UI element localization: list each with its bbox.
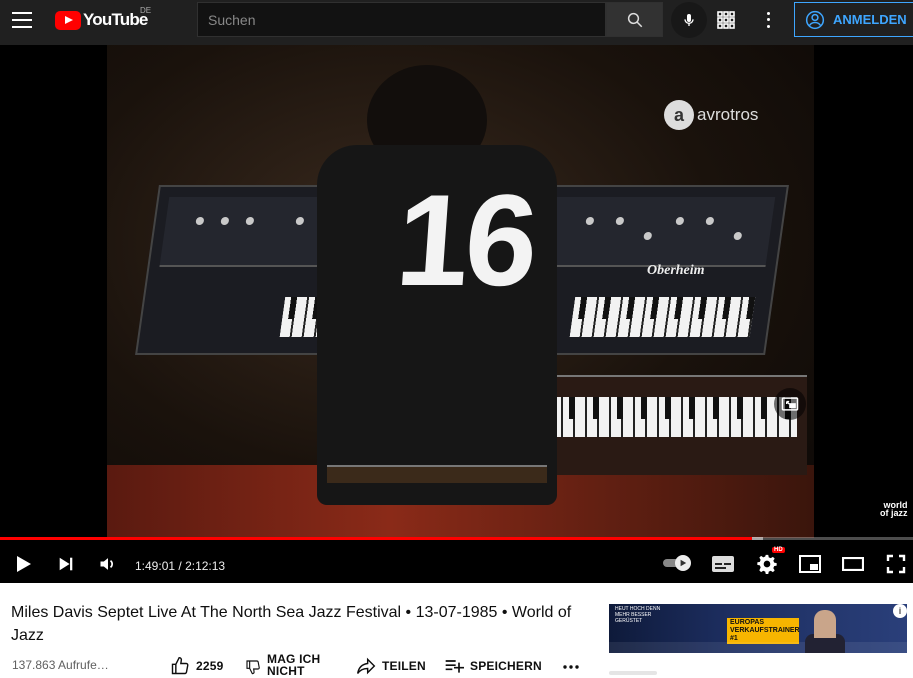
theater-mode-icon (842, 557, 864, 571)
thumb-up-icon (171, 656, 189, 675)
fullscreen-icon (886, 554, 906, 574)
settings-button[interactable] (754, 551, 780, 577)
signin-button[interactable]: ANMELDEN (794, 2, 913, 37)
ad-badge: EUROPAS VERKAUFSTRAINER #1 (727, 618, 800, 644)
thumb-down-icon (246, 660, 260, 675)
sidebar-ad-banner[interactable]: HEUT HOCH DENN MEHR BESSER GERÜSTET EURO… (609, 604, 907, 653)
time-display: 1:49:01 / 2:12:13 (135, 559, 226, 573)
dislike-label: MAG ICH NICHT (267, 652, 321, 678)
miniplayer-button[interactable] (797, 551, 823, 577)
like-button[interactable]: 2259 (170, 656, 224, 676)
next-button[interactable] (53, 551, 79, 577)
avrotros-logo-icon: a (664, 100, 694, 130)
search-icon (627, 12, 642, 27)
theater-mode-button[interactable] (840, 551, 866, 577)
like-count: 2259 (196, 659, 224, 673)
volume-icon (100, 558, 113, 570)
ad-person-face (814, 610, 836, 638)
more-vertical-icon[interactable] (758, 10, 778, 30)
sidebar-chip[interactable] (609, 671, 657, 675)
player-controls: 1:49:01 / 2:12:13 HD (0, 543, 913, 583)
share-button[interactable]: TEILEN (356, 656, 426, 676)
play-icon (17, 556, 31, 572)
progress-bar[interactable] (0, 537, 913, 540)
masthead: YouTube DE Suchen ANMELDEN (0, 0, 913, 45)
world-of-jazz-logo: world of jazz (880, 500, 908, 518)
skip-next-icon (59, 557, 73, 571)
microphone-icon (684, 14, 694, 26)
youtube-logo[interactable]: YouTube (55, 10, 148, 30)
playlist-add-icon (445, 660, 464, 673)
play-button[interactable] (10, 551, 36, 577)
video-frame[interactable]: Oberheim 16 a avrotros (107, 45, 814, 538)
video-title: Miles Davis Septet Live At The North Sea… (11, 604, 572, 644)
autoplay-play-icon (680, 559, 687, 567)
jersey-number: 16 (391, 167, 539, 313)
volume-button[interactable] (95, 551, 121, 577)
view-count[interactable]: 137.863 Aufrufe… (12, 658, 109, 672)
hamburger-menu-icon[interactable] (12, 12, 32, 28)
channel-watermark: a avrotros (664, 100, 758, 130)
share-label: TEILEN (382, 659, 426, 673)
signin-label: ANMELDEN (833, 12, 907, 27)
apps-grid-icon[interactable] (716, 10, 736, 30)
logo-text: YouTube (83, 10, 148, 29)
progress-played (0, 537, 753, 540)
autoplay-toggle[interactable] (663, 555, 693, 571)
share-icon (356, 657, 376, 675)
ad-info-icon[interactable]: i (893, 604, 907, 618)
save-label: SPEICHERN (470, 659, 542, 673)
fullscreen-button[interactable] (883, 551, 909, 577)
account-circle-icon (805, 10, 825, 29)
gear-icon (757, 554, 777, 574)
search-button[interactable] (606, 2, 663, 37)
time-total: 2:12:13 (185, 559, 226, 573)
keyboard-brand: Oberheim (647, 263, 705, 278)
dislike-button[interactable]: MAG ICH NICHT (245, 652, 345, 678)
video-player[interactable]: Oberheim 16 a avrotros world of jazz 1:4… (0, 45, 913, 583)
picture-in-picture-exit-icon (781, 397, 799, 411)
more-actions-button[interactable] (562, 664, 580, 670)
subtitles-icon (712, 556, 734, 572)
time-current: 1:49:01 (135, 559, 176, 573)
save-button[interactable]: SPEICHERN (444, 656, 542, 676)
subtitles-button[interactable] (710, 551, 736, 577)
musician: 16 (307, 65, 567, 545)
ad-headline: HEUT HOCH DENN MEHR BESSER GERÜSTET (615, 606, 661, 624)
search-input[interactable]: Suchen (197, 2, 606, 37)
miniplayer-icon (799, 555, 821, 573)
more-horizontal-icon (563, 665, 579, 669)
voice-search-button[interactable] (671, 2, 707, 38)
region-code: DE (140, 6, 152, 15)
watermark-text: avrotros (697, 105, 759, 124)
hd-badge: HD (772, 547, 785, 553)
exit-picture-in-picture-button[interactable] (774, 388, 806, 420)
youtube-play-icon (55, 10, 81, 30)
